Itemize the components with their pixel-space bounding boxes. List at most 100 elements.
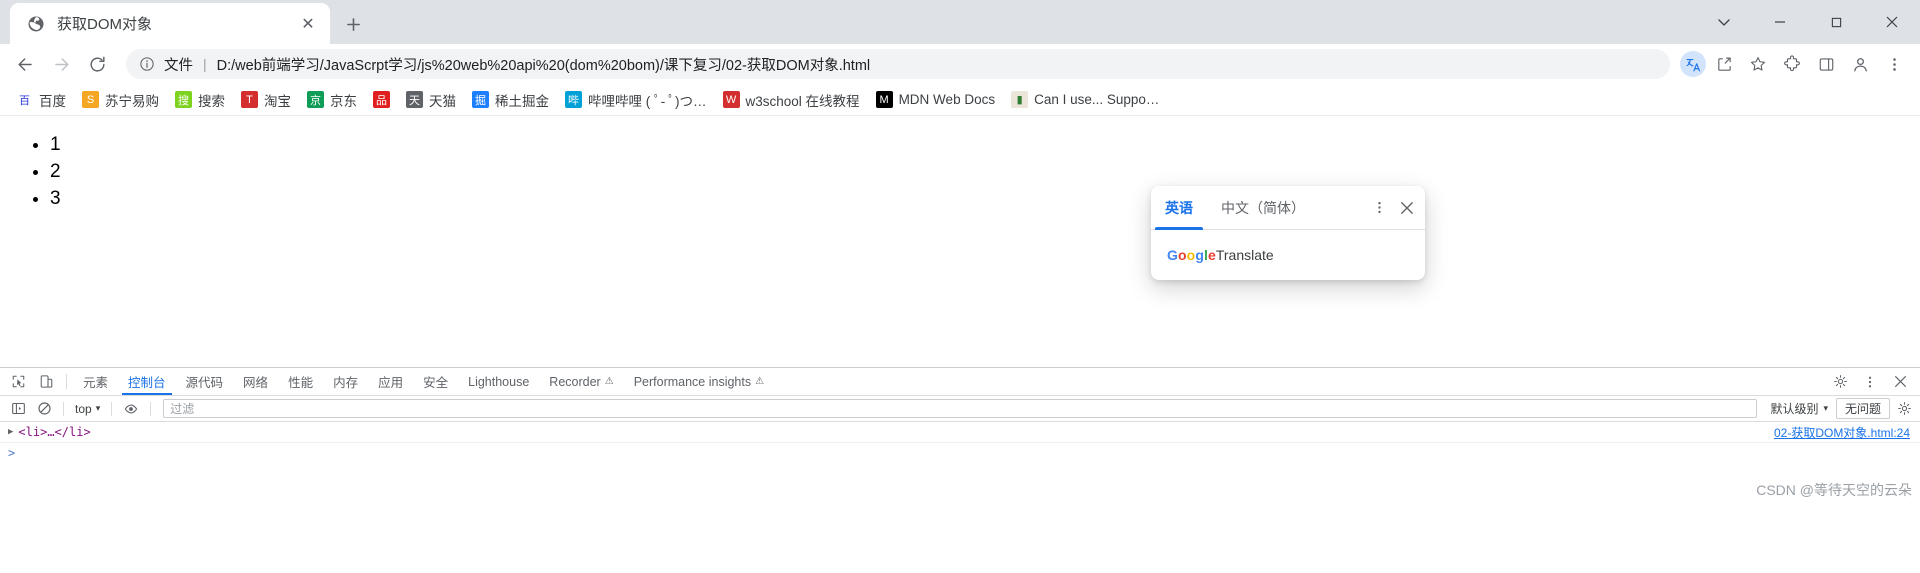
tab-title: 获取DOM对象	[57, 16, 152, 33]
bookmark-item[interactable]: 天天猫	[398, 87, 464, 113]
devtools-tab[interactable]: 源代码	[176, 368, 234, 395]
bookmark-label: Can I use... Suppo…	[1034, 92, 1160, 107]
issues-badge[interactable]: 无问题	[1835, 398, 1890, 419]
three-dot-menu-icon[interactable]	[1878, 48, 1910, 80]
translate-tab-target[interactable]: 中文（简体）	[1207, 186, 1319, 230]
devtools-tab-label: 控制台	[128, 376, 166, 390]
execution-context-select[interactable]: top ▾	[71, 401, 104, 417]
profile-avatar-icon[interactable]	[1844, 48, 1876, 80]
juejin-icon: 掘	[472, 91, 489, 108]
baidu-icon: 百	[16, 91, 33, 108]
bookmark-item[interactable]: Ww3school 在线教程	[715, 87, 868, 113]
translate-popup: 英语 中文（简体） Google Translate	[1151, 186, 1425, 280]
browser-window: 获取DOM对象 ✕ 文件 | D:/web前端学习/JavaScrpt学习/js…	[0, 0, 1920, 573]
translate-popup-header: 英语 中文（简体）	[1151, 186, 1425, 230]
list-item: 1	[50, 132, 1920, 158]
console-source-link[interactable]: 02-获取DOM对象.html:24	[1774, 424, 1910, 441]
share-icon[interactable]	[1708, 48, 1740, 80]
maximize-button[interactable]	[1808, 0, 1864, 44]
bookmark-item[interactable]: 搜搜索	[167, 87, 233, 113]
w3school-icon: W	[722, 91, 740, 108]
inspect-element-icon[interactable]	[4, 368, 32, 395]
device-toolbar-icon[interactable]	[32, 368, 60, 395]
devtools-tab-label: 网络	[243, 376, 269, 390]
pinduoduo-icon: 品	[373, 91, 390, 108]
live-expression-icon[interactable]	[119, 398, 143, 420]
devtools-tab-list: 元素 控制台 源代码 网络 性能 内存 应用 安全 Lighthouse Recorder ⚠ Per…	[73, 368, 774, 395]
devtools-tab[interactable]: 性能	[278, 368, 323, 395]
filter-divider	[63, 401, 64, 416]
puzzle-icon[interactable]	[1776, 48, 1808, 80]
bookmark-item[interactable]: 京京东	[299, 87, 365, 113]
browser-toolbar: 文件 | D:/web前端学习/JavaScrpt学习/js%20web%20a…	[0, 44, 1920, 84]
three-dot-menu-icon[interactable]	[1856, 375, 1884, 389]
warning-icon: ⚠	[755, 376, 765, 387]
clear-console-icon[interactable]	[32, 398, 56, 420]
devtools-tab[interactable]: 安全	[413, 368, 458, 395]
console-prompt[interactable]: >	[0, 443, 1920, 463]
devtools-tab[interactable]: 内存	[323, 368, 368, 395]
devtools-tab[interactable]: 网络	[233, 368, 278, 395]
window-controls	[1696, 0, 1920, 44]
browser-tab[interactable]: 获取DOM对象 ✕	[10, 3, 330, 44]
expand-arrow-icon[interactable]: ▶	[8, 427, 13, 437]
bookmark-label: 哔哩哔哩 ( ﾟ- ﾟ)つ…	[588, 93, 707, 109]
minimize-button[interactable]	[1752, 0, 1808, 44]
chevron-down-icon: ▾	[1823, 403, 1828, 413]
console-output: ▶ <li>…</li> 02-获取DOM对象.html:24 > CSDN @…	[0, 422, 1920, 502]
bookmark-item[interactable]: 品	[365, 88, 398, 111]
forward-button[interactable]	[44, 47, 78, 81]
translate-popup-footer: Google Translate	[1151, 230, 1425, 280]
back-button[interactable]	[8, 47, 42, 81]
devtools-tab-label: 安全	[423, 376, 449, 390]
new-tab-button[interactable]	[336, 7, 370, 41]
tab-search-button[interactable]	[1696, 0, 1752, 44]
side-panel-icon[interactable]	[1810, 48, 1842, 80]
info-circle-icon[interactable]	[138, 56, 156, 72]
devtools-tab[interactable]: Recorder ⚠	[539, 368, 623, 395]
tab-close-icon[interactable]: ✕	[298, 14, 318, 34]
tab-strip: 获取DOM对象 ✕	[0, 0, 1920, 44]
page-list: 123	[0, 132, 1920, 212]
bookmark-item[interactable]: ▮ Can I use... Suppo…	[1003, 88, 1167, 111]
log-level-value: 默认级别	[1770, 402, 1819, 416]
three-dot-menu-icon[interactable]	[1365, 194, 1393, 222]
devtools-tab[interactable]: 应用	[368, 368, 413, 395]
console-filter-bar: top ▾ 过滤 默认级别 ▾ 无问题	[0, 396, 1920, 422]
address-bar[interactable]: 文件 | D:/web前端学习/JavaScrpt学习/js%20web%20a…	[126, 49, 1670, 79]
console-sidebar-icon[interactable]	[6, 398, 30, 420]
console-filter-input[interactable]: 过滤	[163, 399, 1758, 418]
page-content: 123 英语 中文（简体） Google Translate	[0, 116, 1920, 367]
devtools-tab-label: 性能	[288, 376, 314, 390]
bookmark-item[interactable]: M MDN Web Docs	[868, 88, 1004, 111]
bookmark-item[interactable]: 哔哔哩哔哩 ( ﾟ- ﾟ)つ…	[557, 87, 715, 113]
devtools-tab[interactable]: Performance insights ⚠	[624, 368, 774, 395]
bookmark-item[interactable]: 百百度	[8, 87, 74, 113]
bilibili-icon: 哔	[565, 91, 582, 108]
reload-button[interactable]	[80, 47, 114, 81]
console-log-row[interactable]: ▶ <li>…</li> 02-获取DOM对象.html:24	[0, 422, 1920, 443]
devtools-tab-label: Recorder	[549, 374, 601, 389]
devtools-tab[interactable]: Lighthouse	[458, 368, 539, 395]
devtools-tab-label: 内存	[333, 376, 359, 390]
gear-icon[interactable]	[1892, 398, 1916, 420]
star-icon[interactable]	[1742, 48, 1774, 80]
translate-icon[interactable]	[1680, 51, 1706, 77]
gear-icon[interactable]	[1826, 374, 1854, 389]
bookmark-label: 天猫	[429, 93, 456, 109]
url-text: D:/web前端学习/JavaScrpt学习/js%20web%20api%20…	[216, 57, 871, 74]
close-icon[interactable]	[1393, 194, 1421, 222]
close-window-button[interactable]	[1864, 0, 1920, 44]
search-icon: 搜	[175, 91, 192, 108]
close-icon[interactable]	[1886, 375, 1914, 388]
devtools-tab[interactable]: 控制台	[118, 368, 176, 395]
devtools-tab-label: 源代码	[185, 376, 224, 390]
translate-tab-source[interactable]: 英语	[1151, 186, 1207, 230]
bookmark-item[interactable]: 掘稀土掘金	[464, 87, 557, 113]
bookmark-item[interactable]: T 淘宝	[233, 87, 299, 113]
log-level-select[interactable]: 默认级别 ▾	[1764, 399, 1834, 418]
globe-favicon-icon	[26, 14, 45, 33]
bookmark-item[interactable]: S 苏宁易购	[74, 87, 167, 113]
devtools-tab[interactable]: 元素	[73, 368, 118, 395]
mdn-icon: M	[875, 91, 893, 108]
